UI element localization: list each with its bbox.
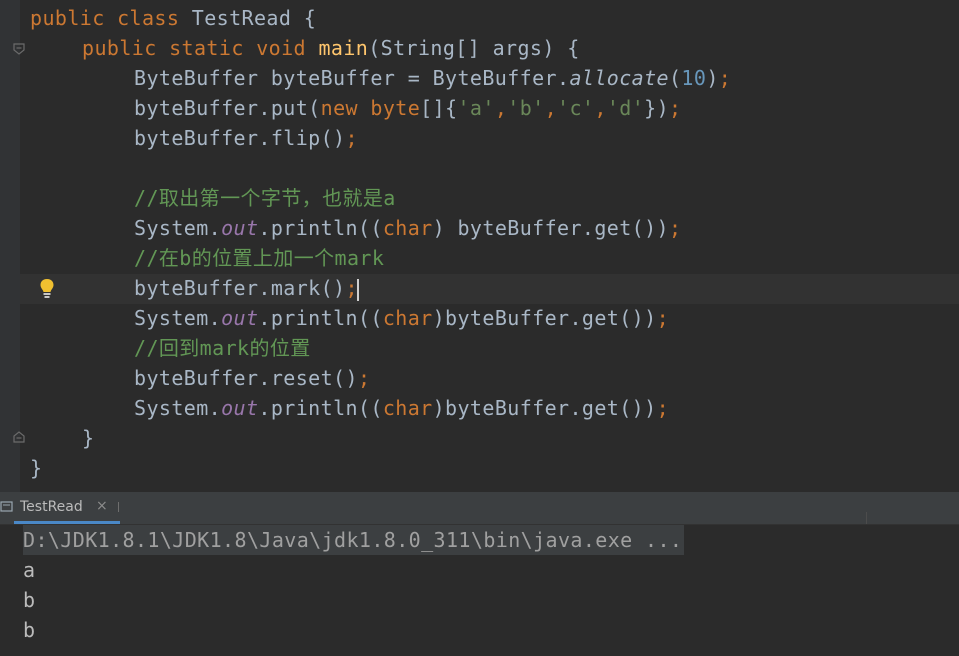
comma-token: ,: [494, 96, 508, 120]
code-text: ) byteBuffer.get()): [432, 216, 669, 240]
semicolon-token: ;: [656, 396, 670, 420]
code-text: .println((: [258, 306, 383, 330]
code-line-15: }: [82, 426, 95, 450]
editor-gutter[interactable]: [0, 0, 20, 492]
code-text: byteBuffer.flip(): [134, 126, 346, 150]
code-line-3: ByteBuffer byteBuffer = ByteBuffer.alloc…: [134, 63, 731, 93]
code-text: ): [706, 66, 719, 90]
fold-marker-icon[interactable]: [12, 42, 26, 56]
code-line-11: System.out.println((char)byteBuffer.get(…: [134, 303, 669, 333]
code-text: byteBuffer.put(: [134, 96, 321, 120]
close-icon[interactable]: ×: [96, 498, 108, 514]
code-text: TestRead {: [179, 6, 317, 30]
code-text: }): [644, 96, 670, 120]
code-line-13: byteBuffer.reset();: [134, 363, 370, 393]
code-text: ByteBuffer byteBuffer = ByteBuffer.: [134, 66, 570, 90]
method-name-token: main: [318, 36, 369, 60]
string-token: 'c': [557, 96, 595, 120]
keyword-token: void: [256, 36, 306, 60]
code-text: byteBuffer.mark(): [134, 276, 346, 300]
text-caret: [356, 278, 359, 301]
tool-window-tab-bar: TestRead ×: [0, 492, 959, 525]
code-line-4: byteBuffer.put(new byte[]{'a','b','c','d…: [134, 93, 682, 123]
semicolon-token: ;: [669, 96, 682, 120]
keyword-token: char: [382, 216, 433, 240]
semicolon-token: ;: [718, 66, 732, 90]
code-comment-line-7: //取出第一个字节，也就是a: [134, 186, 396, 210]
code-editor[interactable]: public class TestRead { public static vo…: [0, 0, 959, 492]
keyword-token: static: [169, 36, 244, 60]
static-field-token: out: [221, 396, 259, 420]
code-line-2: public static void main(String[] args) {: [82, 33, 580, 63]
lightbulb-icon[interactable]: [38, 277, 56, 299]
code-comment-line-9: //在b的位置上加一个mark: [134, 246, 385, 270]
code-line-10: byteBuffer.mark();: [134, 273, 359, 303]
code-text: )byteBuffer.get()): [432, 306, 657, 330]
string-token: 'b': [507, 96, 545, 120]
code-text: System.: [134, 396, 222, 420]
semicolon-token: ;: [669, 216, 682, 240]
comma-token: ,: [544, 96, 558, 120]
console-output-line: a: [23, 558, 36, 582]
keyword-token: public: [30, 6, 105, 30]
keyword-token: char: [382, 396, 433, 420]
tab-label: TestRead: [20, 499, 83, 515]
console-icon: [0, 501, 13, 512]
console-command-line[interactable]: D:\JDK1.8.1\JDK1.8\Java\jdk1.8.0_311\bin…: [23, 525, 685, 555]
code-text: System.: [134, 216, 222, 240]
code-text: .println((: [258, 396, 383, 420]
code-line-8: System.out.println((char) byteBuffer.get…: [134, 213, 681, 243]
keyword-token: new byte: [320, 96, 421, 120]
code-text: (: [668, 66, 682, 90]
string-token: 'd': [606, 96, 645, 120]
static-field-token: out: [221, 216, 259, 240]
code-text: (String[] args) {: [368, 36, 580, 60]
console-output-line: b: [23, 618, 36, 642]
console-output-line: b: [23, 588, 36, 612]
number-token: 10: [681, 66, 707, 90]
code-text: System.: [134, 306, 222, 330]
code-comment-line-12: //回到mark的位置: [134, 336, 311, 360]
static-method-token: allocate: [569, 66, 669, 90]
code-text: byteBuffer.reset(): [134, 366, 358, 390]
keyword-token: public: [82, 36, 157, 60]
code-text: []{: [420, 96, 458, 120]
keyword-token: char: [382, 306, 433, 330]
semicolon-token: ;: [656, 306, 670, 330]
string-token: 'a': [457, 96, 495, 120]
code-line-14: System.out.println((char)byteBuffer.get(…: [134, 393, 669, 423]
keyword-token: class: [117, 6, 180, 30]
code-text: .println((: [258, 216, 383, 240]
code-line-16: }: [30, 456, 43, 480]
code-line-5: byteBuffer.flip();: [134, 123, 358, 153]
comma-token: ,: [594, 96, 607, 120]
code-text: )byteBuffer.get()): [432, 396, 657, 420]
tab-separator: [118, 502, 119, 512]
static-field-token: out: [221, 306, 259, 330]
code-line-1: public class TestRead {: [30, 3, 316, 33]
semicolon-token: ;: [357, 366, 371, 390]
semicolon-token: ;: [345, 126, 358, 150]
fold-end-marker-icon[interactable]: [12, 430, 26, 444]
tab-separator: [866, 512, 867, 524]
tab-testread[interactable]: TestRead ×: [14, 492, 120, 524]
run-console[interactable]: D:\JDK1.8.1\JDK1.8\Java\jdk1.8.0_311\bin…: [0, 525, 959, 656]
